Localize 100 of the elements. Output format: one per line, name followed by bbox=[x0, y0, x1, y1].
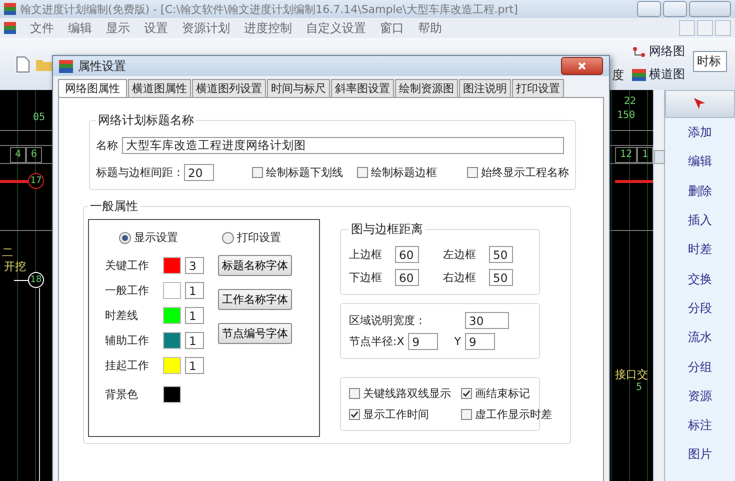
scale-cell: 6 bbox=[26, 147, 42, 163]
scroll-thumb[interactable] bbox=[654, 150, 665, 164]
checkbox[interactable] bbox=[461, 409, 472, 420]
checkbox[interactable] bbox=[349, 388, 360, 399]
menu-item[interactable]: 显示 bbox=[106, 20, 130, 36]
radius-field[interactable]: 9 bbox=[464, 333, 495, 350]
pointer-tool[interactable] bbox=[665, 90, 735, 118]
menu-item[interactable]: 帮助 bbox=[418, 20, 442, 36]
radio-button[interactable] bbox=[222, 232, 234, 244]
view-button[interactable]: 网络图 bbox=[630, 42, 687, 61]
line-label: 关键工作 bbox=[105, 258, 150, 273]
critical-line bbox=[0, 180, 28, 183]
width-field[interactable]: 1 bbox=[185, 282, 204, 299]
timescale-field[interactable]: 时标 bbox=[693, 50, 727, 72]
task-label: 二 bbox=[2, 246, 13, 259]
name-field[interactable]: 大型车库改造工程进度网络计划图 bbox=[122, 137, 564, 154]
width-field[interactable]: 1 bbox=[185, 332, 204, 349]
width-field[interactable]: 30 bbox=[465, 312, 509, 329]
menu-item[interactable]: 资源计划 bbox=[182, 20, 230, 36]
field-label: 上边框 bbox=[349, 247, 383, 262]
group-title: 图与边框距离 bbox=[350, 221, 424, 238]
field-label: 节点半径:X bbox=[349, 334, 404, 349]
font-button[interactable]: 工作名称字体 bbox=[218, 289, 292, 310]
tab[interactable]: 横道图属性 bbox=[128, 79, 191, 97]
spacing-field[interactable]: 20 bbox=[184, 164, 214, 181]
tool-item[interactable]: 编辑 bbox=[665, 147, 735, 177]
scale-label: 05 bbox=[33, 112, 46, 124]
checkbox[interactable] bbox=[357, 167, 368, 178]
app-icon bbox=[4, 22, 16, 34]
restore-button[interactable] bbox=[697, 20, 713, 36]
scale-label: 150 bbox=[617, 110, 636, 122]
margin-field[interactable]: 50 bbox=[489, 246, 513, 263]
color-swatch[interactable] bbox=[163, 307, 181, 324]
width-field[interactable]: 3 bbox=[185, 257, 204, 274]
tool-item[interactable]: 时差 bbox=[665, 235, 735, 264]
menu-item[interactable]: 编辑 bbox=[68, 20, 92, 36]
color-swatch[interactable] bbox=[163, 257, 181, 274]
tool-item[interactable]: 资源 bbox=[665, 382, 735, 411]
scrollbar[interactable] bbox=[653, 90, 664, 481]
tab[interactable]: 打印设置 bbox=[512, 79, 564, 97]
tool-item[interactable]: 交换 bbox=[665, 264, 735, 294]
radius-field[interactable]: 9 bbox=[408, 333, 438, 350]
menu-item[interactable]: 设置 bbox=[144, 20, 168, 36]
color-swatch[interactable] bbox=[163, 386, 181, 403]
line-label: 辅助工作 bbox=[105, 333, 150, 348]
margin-field[interactable]: 60 bbox=[395, 246, 419, 263]
network-icon bbox=[632, 46, 646, 58]
line-label: 一般工作 bbox=[105, 283, 150, 298]
maximize-button[interactable] bbox=[663, 1, 687, 17]
color-swatch[interactable] bbox=[163, 332, 181, 349]
width-field[interactable]: 1 bbox=[185, 357, 204, 374]
minimize-button[interactable] bbox=[679, 20, 695, 36]
checkbox[interactable] bbox=[461, 388, 472, 399]
tool-item[interactable]: 标注 bbox=[665, 410, 735, 440]
color-swatch[interactable] bbox=[163, 357, 181, 374]
menu-item[interactable]: 窗口 bbox=[380, 20, 404, 36]
scale-cell: 4 bbox=[10, 147, 26, 163]
scale-label: 22 bbox=[624, 96, 636, 108]
checkbox-label: 关键线路双线显示 bbox=[363, 386, 451, 401]
scale-cell: 12 bbox=[615, 147, 638, 163]
margin-field[interactable]: 50 bbox=[489, 269, 513, 286]
menu-item[interactable]: 进度控制 bbox=[244, 20, 292, 36]
tool-item[interactable]: 添加 bbox=[665, 118, 735, 148]
font-button[interactable]: 标题名称字体 bbox=[218, 255, 292, 276]
tool-item[interactable]: 分段 bbox=[665, 294, 735, 324]
tab[interactable]: 斜率图设置 bbox=[331, 79, 394, 97]
view-button[interactable]: 横道图 bbox=[630, 65, 687, 84]
tab[interactable]: 横道图列设置 bbox=[192, 79, 266, 97]
color-swatch[interactable] bbox=[163, 282, 181, 299]
tool-item[interactable]: 删除 bbox=[665, 176, 735, 206]
new-document-icon[interactable] bbox=[16, 56, 30, 72]
tool-item[interactable]: 流水 bbox=[665, 323, 735, 352]
toolbar-label: 度 bbox=[612, 67, 624, 84]
menu-item[interactable]: 文件 bbox=[30, 20, 54, 36]
checkbox[interactable] bbox=[349, 409, 360, 420]
minimize-button[interactable] bbox=[637, 1, 661, 17]
tab[interactable]: 网络图属性 bbox=[58, 79, 127, 97]
checkbox[interactable] bbox=[467, 167, 478, 178]
menu-item[interactable]: 自定义设置 bbox=[306, 20, 366, 36]
tab[interactable]: 时间与标尺 bbox=[267, 79, 330, 97]
tab[interactable]: 图注说明 bbox=[459, 79, 511, 97]
field-label: 右边框 bbox=[443, 270, 477, 285]
folder-icon[interactable] bbox=[36, 58, 52, 70]
checkbox[interactable] bbox=[252, 167, 263, 178]
network-node: 17 bbox=[28, 173, 44, 189]
width-field[interactable]: 1 bbox=[185, 307, 204, 324]
font-button[interactable]: 节点编号字体 bbox=[218, 323, 292, 344]
task-label: 接口交 bbox=[615, 368, 648, 381]
cursor-icon bbox=[693, 97, 707, 111]
group-title: 一般属性 bbox=[89, 198, 139, 215]
checkbox-label: 绘制标题下划线 bbox=[266, 165, 343, 180]
radio-button[interactable] bbox=[119, 232, 131, 244]
tool-item[interactable]: 插入 bbox=[665, 206, 735, 236]
tool-item[interactable]: 分组 bbox=[665, 352, 735, 382]
close-button[interactable] bbox=[561, 57, 603, 75]
app-icon bbox=[4, 3, 16, 15]
tab[interactable]: 绘制资源图 bbox=[395, 79, 458, 97]
margin-field[interactable]: 60 bbox=[395, 269, 419, 286]
checkbox-label: 虚工作显示时差 bbox=[475, 407, 552, 422]
tool-item[interactable]: 图片 bbox=[665, 440, 735, 470]
